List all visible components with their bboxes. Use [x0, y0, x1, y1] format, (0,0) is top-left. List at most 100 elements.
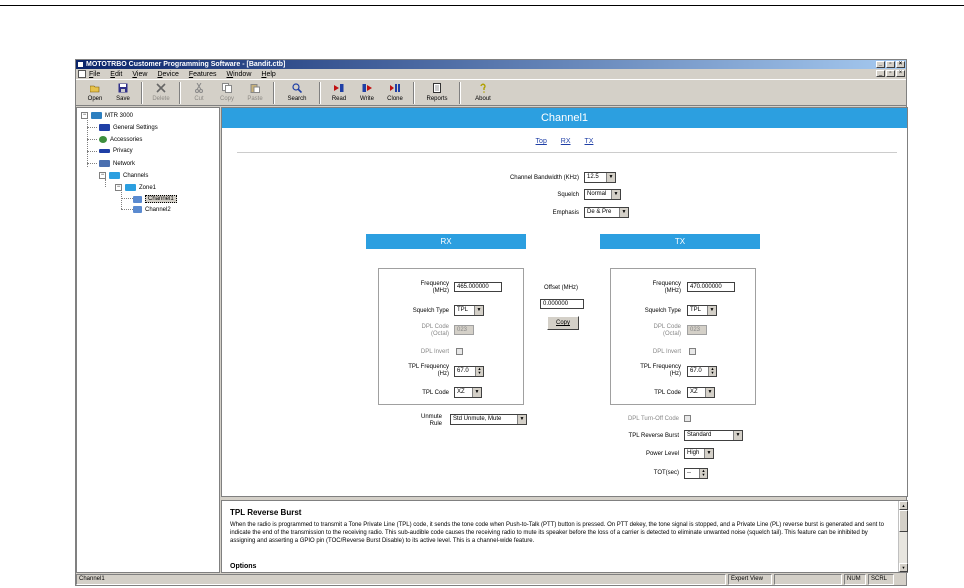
tree-item-zone[interactable]: − Zone1 — [115, 184, 156, 191]
bandwidth-select[interactable]: 12.5 ▼ — [584, 172, 616, 183]
copy-button[interactable]: Copy — [547, 316, 579, 330]
rx-dpl-invert-checkbox[interactable] — [456, 348, 463, 355]
tx-tpl-code-value: XZ — [690, 389, 698, 395]
rx-squelch-type-select[interactable]: TPL ▼ — [454, 305, 484, 316]
tree-item-channels[interactable]: − Channels — [99, 172, 148, 179]
rx-frequency-input[interactable]: 465.000000 — [454, 282, 502, 292]
rx-squelch-type-value: TPL — [457, 307, 469, 313]
chevron-down-icon: ▼ — [611, 190, 620, 199]
spin-arrows-icon[interactable]: ▲ ▼ — [699, 469, 707, 478]
open-button[interactable]: Open — [81, 80, 109, 105]
app-icon — [77, 61, 84, 68]
tx-tpl-code-select[interactable]: XZ ▼ — [687, 387, 715, 398]
tree-item-channel1[interactable]: Channel1 — [133, 195, 177, 203]
tree-label: MTR 3000 — [105, 112, 134, 119]
paste-button[interactable]: Paste — [241, 80, 269, 105]
offset-input[interactable]: 0.000000 — [540, 299, 584, 309]
reports-button[interactable]: Reports — [419, 80, 455, 105]
tot-spinner[interactable]: -- ▲ ▼ — [684, 468, 708, 479]
tx-dpl-code-input[interactable]: 023 — [687, 325, 707, 335]
toolbar-separator — [459, 82, 461, 104]
delete-button[interactable]: Delete — [147, 80, 175, 105]
tpl-reverse-burst-value: Standard — [687, 432, 712, 438]
document-icon[interactable] — [78, 70, 86, 78]
tree-item-channel2[interactable]: Channel2 — [133, 206, 171, 213]
menu-features[interactable]: Features — [189, 71, 217, 78]
doc-restore-button[interactable]: ▫ — [886, 70, 895, 77]
squelch-select[interactable]: Normal ▼ — [584, 189, 621, 200]
scroll-thumb[interactable] — [899, 510, 908, 532]
toolbar-separator — [179, 82, 181, 104]
about-button[interactable]: About — [465, 80, 501, 105]
status-bar: Channel1 Expert View NUM SCRL — [76, 574, 906, 585]
link-rx[interactable]: RX — [561, 138, 571, 145]
cut-button[interactable]: Cut — [185, 80, 213, 105]
rx-dpl-code-input[interactable]: 023 — [454, 325, 474, 335]
help-scrollbar[interactable]: ▲ ▼ — [898, 501, 908, 572]
chevron-down-icon: ▼ — [472, 388, 481, 397]
menu-help[interactable]: Help — [261, 71, 275, 78]
save-button[interactable]: Save — [109, 80, 137, 105]
power-level-value: High — [687, 450, 700, 456]
menu-edit[interactable]: Edit — [110, 71, 122, 78]
key-icon — [99, 149, 110, 153]
dpl-turnoff-label: DPL Turn-Off Code — [627, 416, 679, 422]
rx-tpl-code-value: XZ — [457, 389, 465, 395]
tpl-reverse-burst-select[interactable]: Standard ▼ — [684, 430, 743, 441]
open-label: Open — [87, 96, 103, 102]
power-level-select[interactable]: High ▼ — [684, 448, 714, 459]
rx-section-header: RX — [366, 234, 526, 249]
report-icon — [433, 83, 441, 93]
tree-line — [121, 198, 133, 199]
search-label: Search — [287, 96, 307, 102]
spin-arrows-icon[interactable]: ▲ ▼ — [475, 367, 483, 376]
spin-arrows-icon[interactable]: ▲ ▼ — [708, 367, 716, 376]
tx-tpl-code-label: TPL Code — [654, 390, 681, 396]
tree-line — [121, 190, 122, 209]
tree-line — [121, 209, 133, 210]
scroll-down-icon[interactable]: ▼ — [899, 563, 908, 572]
rx-tpl-frequency-spinner[interactable]: 67.0 ▲ ▼ — [454, 366, 484, 377]
magnifier-icon — [292, 83, 302, 93]
emphasis-select[interactable]: De & Pre ▼ — [584, 207, 629, 218]
menu-window[interactable]: Window — [226, 71, 251, 78]
dpl-turnoff-checkbox[interactable] — [684, 415, 691, 422]
search-button[interactable]: Search — [279, 80, 315, 105]
offset-label: Offset (MHz) — [544, 285, 578, 291]
collapse-icon[interactable]: − — [99, 172, 106, 179]
rx-tpl-code-select[interactable]: XZ ▼ — [454, 387, 482, 398]
tree-item-accessories[interactable]: Accessories — [99, 136, 142, 143]
tree-item-privacy[interactable]: Privacy — [99, 148, 133, 154]
rx-tpl-code-label: TPL Code — [422, 390, 449, 396]
menu-device[interactable]: Device — [157, 71, 178, 78]
collapse-icon[interactable]: − — [81, 112, 88, 119]
tx-squelch-type-select[interactable]: TPL ▼ — [687, 305, 717, 316]
tx-dpl-code-label: DPL Code (Octal) — [653, 324, 681, 337]
tx-tpl-frequency-spinner[interactable]: 67.0 ▲ ▼ — [687, 366, 717, 377]
scroll-up-icon[interactable]: ▲ — [899, 501, 908, 510]
minimize-button[interactable]: _ — [876, 61, 885, 68]
doc-minimize-button[interactable]: _ — [876, 70, 885, 77]
restore-button[interactable]: ▫ — [886, 61, 895, 68]
write-button[interactable]: Write — [353, 80, 381, 105]
menu-view[interactable]: View — [132, 71, 147, 78]
power-level-label: Power Level — [645, 451, 679, 457]
tx-dpl-invert-checkbox[interactable] — [689, 348, 696, 355]
copy-button[interactable]: Copy — [213, 80, 241, 105]
close-button[interactable]: × — [896, 61, 905, 68]
delete-x-icon — [156, 83, 166, 93]
collapse-icon[interactable]: − — [115, 184, 122, 191]
tree-item-general-settings[interactable]: General Settings — [99, 124, 158, 131]
link-top[interactable]: Top — [536, 138, 547, 145]
unmute-rule-select[interactable]: Std Unmute, Mute ▼ — [450, 414, 527, 425]
chevron-down-icon: ▼ — [733, 431, 742, 440]
clone-button[interactable]: Clone — [381, 80, 409, 105]
link-tx[interactable]: TX — [584, 138, 593, 145]
tree-item-root[interactable]: − MTR 3000 — [81, 112, 133, 119]
title-bar[interactable]: MOTOTRBO Customer Programming Software -… — [76, 60, 906, 69]
menu-file[interactable]: File — [89, 71, 100, 78]
read-button[interactable]: Read — [325, 80, 353, 105]
tree-item-network[interactable]: Network — [99, 160, 135, 167]
doc-close-button[interactable]: × — [896, 70, 905, 77]
tx-frequency-input[interactable]: 470.000000 — [687, 282, 735, 292]
